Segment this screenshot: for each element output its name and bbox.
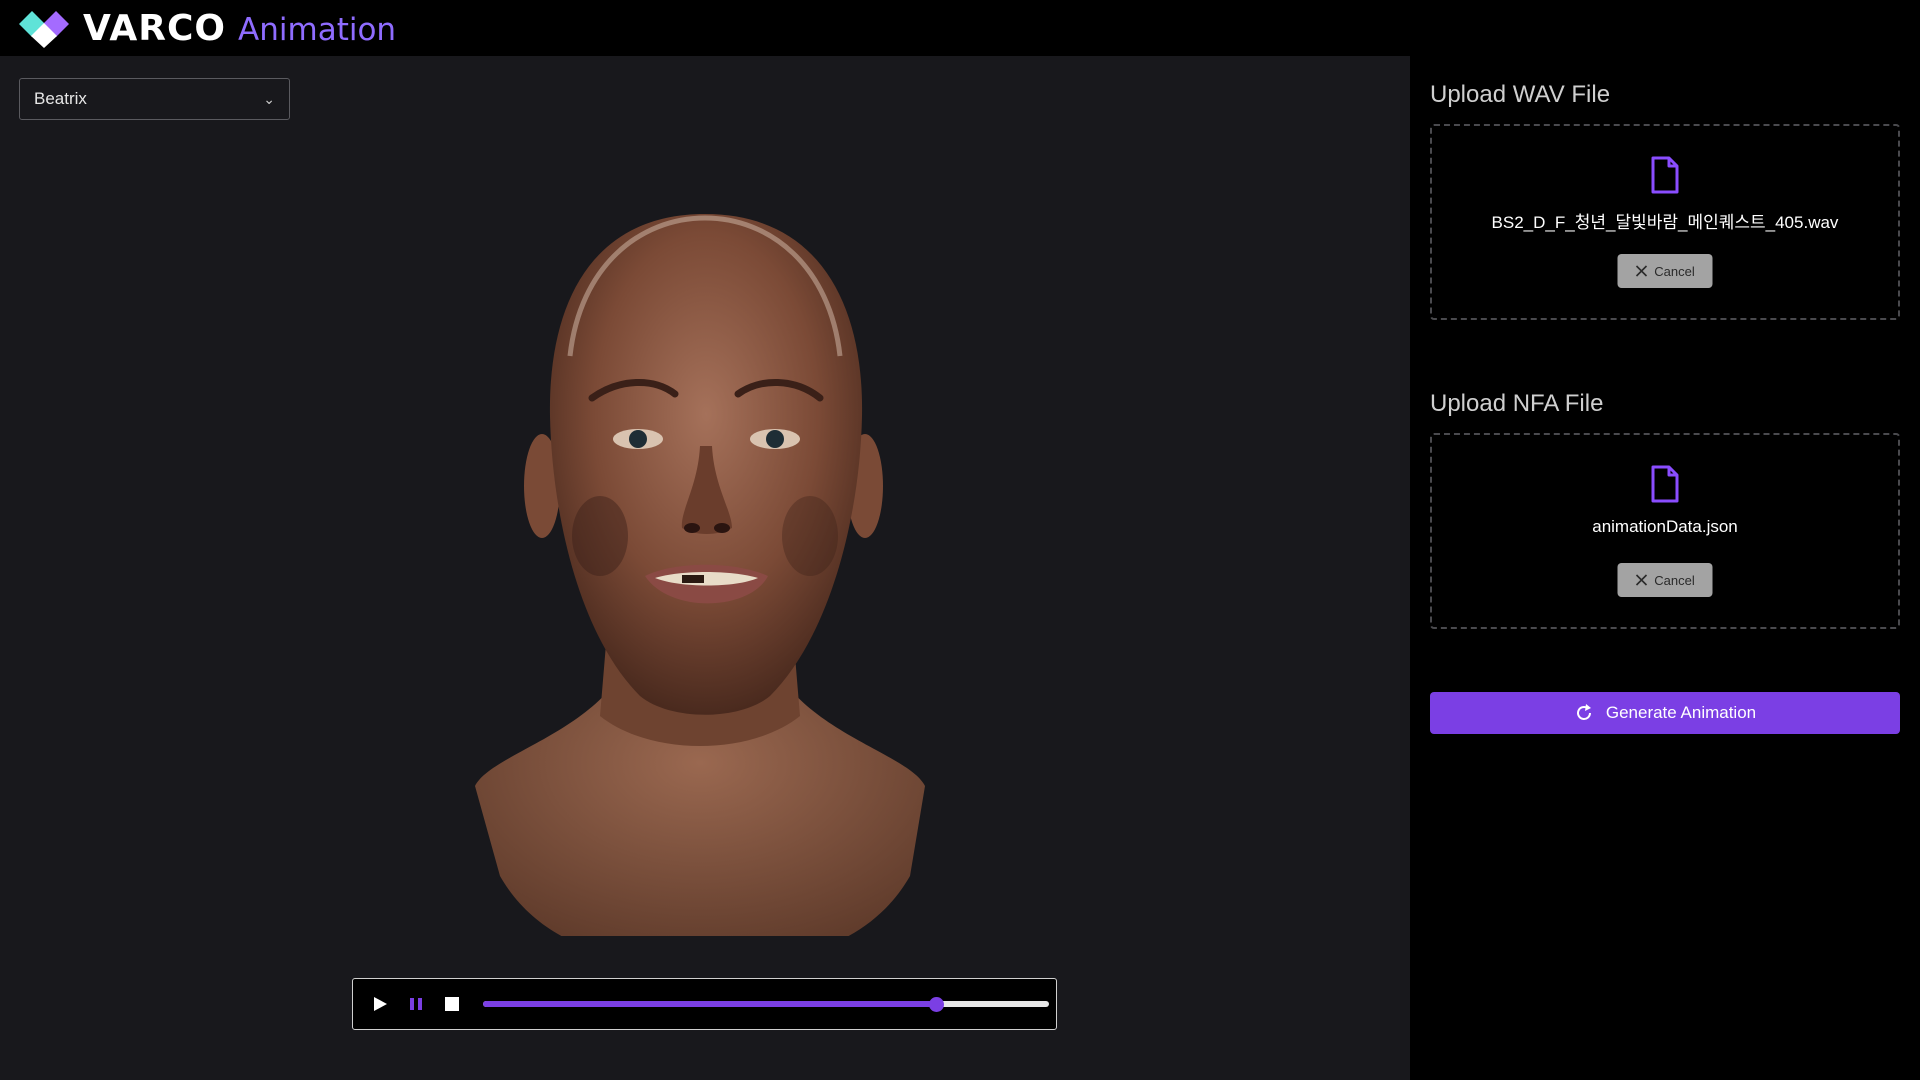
wav-section-title: Upload WAV File xyxy=(1430,81,1611,108)
brand-main-text: VARCO xyxy=(83,7,227,49)
close-icon xyxy=(1635,574,1647,586)
progress-thumb[interactable] xyxy=(928,997,944,1012)
brand-sub-text: Animation xyxy=(238,11,397,48)
wav-dropzone[interactable]: BS2_D_F_청년_달빛바람_메인퀘스트_405.wav Cancel xyxy=(1430,124,1900,320)
progress-slider[interactable] xyxy=(483,994,1049,1014)
nfa-section-title: Upload NFA File xyxy=(1430,390,1604,417)
nfa-file-name: animationData.json xyxy=(1592,517,1738,536)
chevron-down-icon: ⌄ xyxy=(263,90,275,107)
refresh-icon xyxy=(1576,704,1591,720)
generate-animation-button[interactable]: Generate Animation xyxy=(1430,692,1900,734)
progress-track[interactable] xyxy=(483,997,1049,1012)
close-icon xyxy=(1635,265,1647,277)
stop-button[interactable] xyxy=(441,993,463,1015)
play-icon xyxy=(374,997,387,1011)
play-button[interactable] xyxy=(369,993,391,1015)
progress-fill xyxy=(483,1001,936,1007)
nfa-cancel-button[interactable]: Cancel xyxy=(1617,563,1713,597)
file-icon xyxy=(1651,156,1679,194)
viewport-3d[interactable]: Beatrix ⌄ xyxy=(0,56,1410,1080)
pause-button[interactable] xyxy=(405,993,427,1015)
stop-icon xyxy=(445,997,459,1011)
wav-cancel-label: Cancel xyxy=(1654,263,1695,279)
wav-cancel-button[interactable]: Cancel xyxy=(1617,254,1713,288)
character-select[interactable]: Beatrix ⌄ xyxy=(19,78,290,120)
varco-logo-icon xyxy=(19,11,69,48)
side-panel: Upload WAV File BS2_D_F_청년_달빛바람_메인퀘스트_40… xyxy=(1410,56,1920,1080)
wav-file-name: BS2_D_F_청년_달빛바람_메인퀘스트_405.wav xyxy=(1491,213,1839,232)
nfa-cancel-label: Cancel xyxy=(1654,572,1695,588)
brand-title: VARCO Animation xyxy=(83,8,396,49)
pause-icon xyxy=(410,998,422,1010)
character-select-value: Beatrix xyxy=(34,89,87,108)
generate-animation-label: Generate Animation xyxy=(1605,703,1757,722)
character-head-model[interactable] xyxy=(470,156,940,936)
app-header: VARCO Animation xyxy=(0,0,1920,56)
audio-player xyxy=(352,978,1057,1030)
nfa-dropzone[interactable]: animationData.json Cancel xyxy=(1430,433,1900,629)
file-icon xyxy=(1651,465,1679,503)
